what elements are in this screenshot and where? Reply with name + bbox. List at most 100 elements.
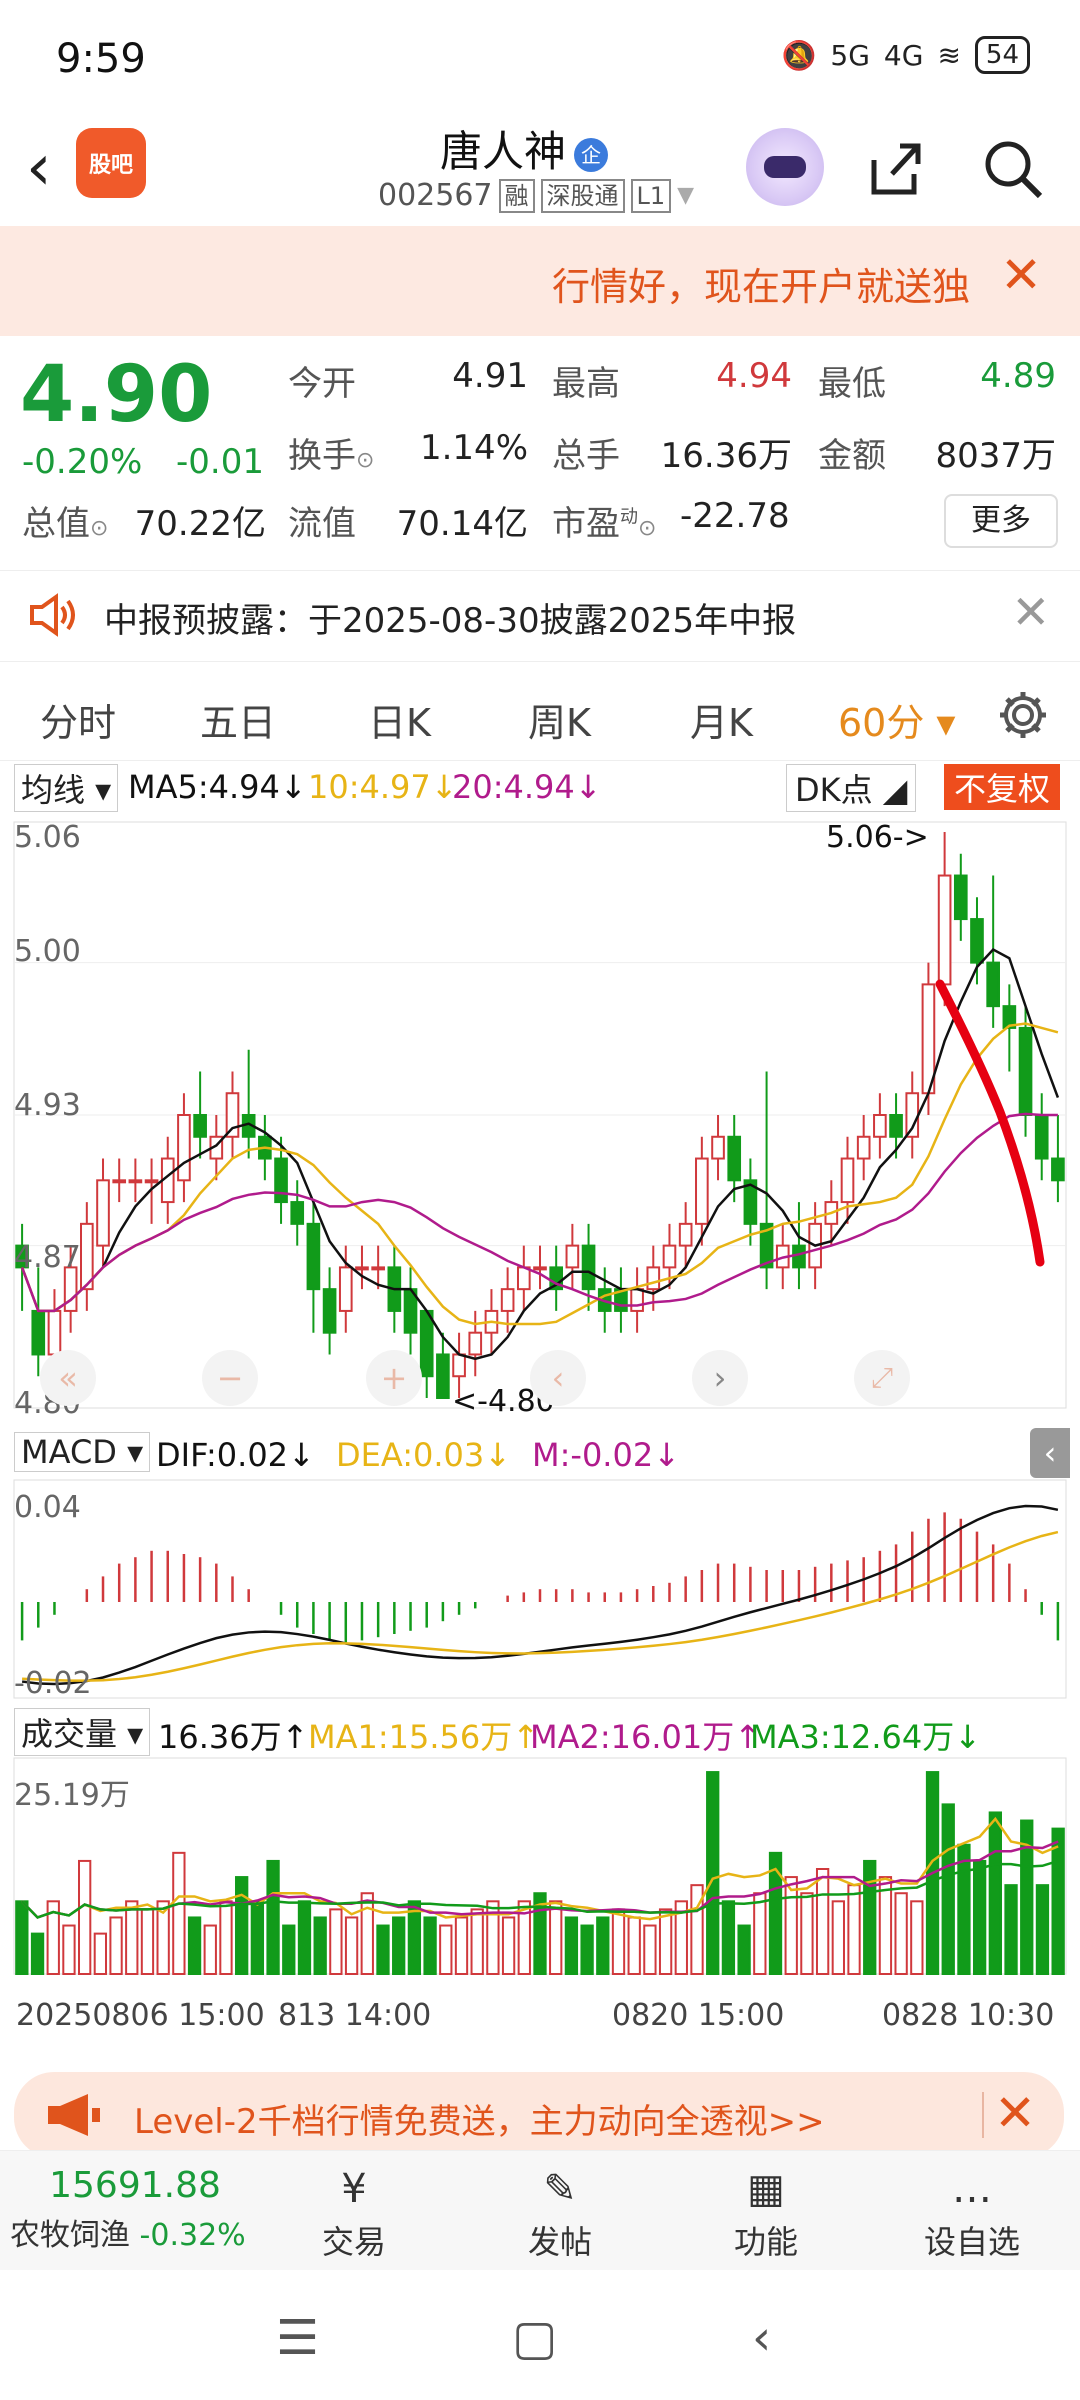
high-label: 最高 [552, 364, 620, 404]
candle-body [986, 961, 1000, 1008]
scroll-left-fast-icon[interactable]: « [40, 1350, 96, 1406]
share-icon[interactable] [860, 134, 930, 204]
status-icons: 🔕 5G 4G ≋ 54 [782, 36, 1030, 74]
volume-bar [187, 1916, 202, 1976]
volume-bar [454, 1916, 469, 1976]
zoom-out-icon[interactable]: − [202, 1350, 258, 1406]
tab-monthly-k[interactable]: 月K [690, 692, 753, 747]
index-change: -0.32% [139, 2218, 246, 2253]
home-square-icon[interactable]: ▢ [512, 2310, 557, 2366]
volume-bar [282, 1924, 296, 1975]
enterprise-badge: 企 [574, 137, 609, 172]
x-label-3: 0820 15:00 [612, 1998, 785, 2033]
settings-gear-icon[interactable] [996, 688, 1050, 742]
zoom-in-icon[interactable]: + [366, 1350, 422, 1406]
volume-value: 16.36万↑ [158, 1718, 309, 1756]
status-bar: 9:59 🔕 5G 4G ≋ 54 [0, 0, 1080, 110]
open-label: 今开 [288, 364, 356, 404]
divider [982, 2092, 984, 2138]
promo-text[interactable]: 行情好，现在开户就送独 [552, 256, 970, 311]
close-icon[interactable]: ✕ [1000, 246, 1042, 304]
candle-body [306, 1222, 321, 1291]
candle-body [678, 1222, 693, 1247]
tab-60min[interactable]: 60分 ▾ [838, 692, 956, 747]
dk-point-toggle[interactable]: DK点 ◢ [786, 764, 917, 812]
candle-body [953, 874, 968, 921]
candle-body [31, 1309, 46, 1356]
level-tag: L1 [630, 178, 672, 213]
volume-bar [784, 1876, 798, 1975]
scroll-left-icon[interactable]: ‹ [530, 1350, 586, 1406]
notice-bar[interactable]: 中报预披露：于2025-08-30披露2025年中报 ✕ [0, 570, 1080, 662]
stock-code: 002567 [378, 178, 493, 213]
index-ticker[interactable]: 15691.88 农牧饲渔 -0.32% [10, 2165, 260, 2254]
y-label-3: 4.93 [14, 1088, 81, 1123]
battery-icon: 54 [974, 36, 1030, 74]
back-nav-icon[interactable]: ‹ [752, 2310, 771, 2366]
quote-panel: 4.90 -0.20% -0.01 今开 4.91 最高 4.94 最低 4.8… [0, 336, 1080, 556]
connect-tag: 深股通 [540, 178, 625, 213]
level2-promo-text[interactable]: Level-2千档行情免费送，主力动向全透视>> [134, 2094, 825, 2143]
volume-selector[interactable]: 成交量 ▾ [14, 1708, 151, 1756]
vol-ma2-value: MA2:16.01万↑ [530, 1718, 762, 1756]
chevron-down-icon[interactable]: ▼ [677, 183, 694, 208]
candle-body [792, 1244, 806, 1269]
tab-daily-k[interactable]: 日K [368, 692, 431, 747]
volume-bar [957, 1843, 971, 1976]
notice-text[interactable]: 中报预披露：于2025-08-30披露2025年中报 [104, 593, 796, 642]
float-label: 流值 [288, 504, 356, 544]
promo-banner[interactable]: 行情好，现在开户就送独 ✕ [0, 226, 1080, 336]
tab-five-day[interactable]: 五日 [200, 692, 276, 747]
scroll-right-icon[interactable]: › [692, 1350, 748, 1406]
volume-bar [580, 1924, 594, 1975]
x-label-4: 0828 10:30 [882, 1998, 1055, 2033]
assistant-avatar-icon[interactable] [746, 128, 824, 206]
candle-body [695, 1157, 709, 1225]
ma-selector[interactable]: 均线 ▾ [14, 764, 119, 812]
tab-weekly-k[interactable]: 周K [528, 692, 591, 747]
candle-body [581, 1244, 596, 1291]
add-watchlist-button[interactable]: … 设自选 [912, 2161, 1032, 2263]
candle-body [225, 1092, 240, 1138]
close-icon[interactable]: ✕ [1011, 585, 1050, 639]
back-icon[interactable]: ‹ [26, 136, 52, 200]
functions-button[interactable]: ▦ 功能 [706, 2161, 826, 2263]
margin-tag: 融 [498, 178, 535, 213]
guba-icon[interactable]: 股吧 [76, 128, 146, 198]
search-icon[interactable] [978, 134, 1048, 204]
menu-icon[interactable]: ☰ [276, 2310, 319, 2366]
close-icon[interactable]: ✕ [994, 2084, 1036, 2142]
volume-bar [329, 1908, 343, 1976]
candle-body [1018, 1026, 1033, 1116]
volume-value: 16.36万 [660, 436, 792, 476]
more-button[interactable]: 更多 [944, 494, 1058, 548]
volume-bar [392, 1916, 406, 1976]
expand-icon[interactable]: ⤢ [854, 1350, 910, 1406]
tab-intraday[interactable]: 分时 [40, 692, 116, 747]
candle-body [290, 1201, 305, 1225]
stock-name: 唐人神企 [440, 118, 609, 179]
level2-promo[interactable]: Level-2千档行情免费送，主力动向全透视>> ✕ [14, 2072, 1064, 2158]
volume-bar [344, 1916, 359, 1976]
volume-bar [988, 1811, 1002, 1976]
candle-body [96, 1179, 110, 1247]
post-button[interactable]: ✎ 发帖 [500, 2161, 620, 2263]
last-price: 4.90 [20, 350, 213, 440]
volume-bar [753, 1892, 767, 1975]
volume-bar [611, 1908, 626, 1976]
candle-body [1051, 1157, 1065, 1182]
candle-body [274, 1157, 288, 1204]
volume-bar [863, 1859, 877, 1976]
yen-icon: ¥ [341, 2166, 367, 2212]
trade-button[interactable]: ¥ 交易 [294, 2161, 414, 2263]
index-info: 农牧饲渔 -0.32% [10, 2210, 260, 2254]
volume-bar [972, 1859, 987, 1976]
macd-selector[interactable]: MACD ▾ [14, 1432, 151, 1472]
system-nav-bar: ☰ ▢ ‹ [0, 2270, 1080, 2400]
volume-bar [941, 1803, 955, 1976]
collapse-panel-icon[interactable]: ‹ [1030, 1428, 1070, 1478]
no-adjust-button[interactable]: 不复权 [944, 764, 1061, 810]
ma10-value: 10:4.97↓ [308, 768, 458, 806]
stock-code-row: 002567 融 深股通 L1 ▼ [378, 178, 694, 213]
volume-bar [643, 1924, 657, 1975]
